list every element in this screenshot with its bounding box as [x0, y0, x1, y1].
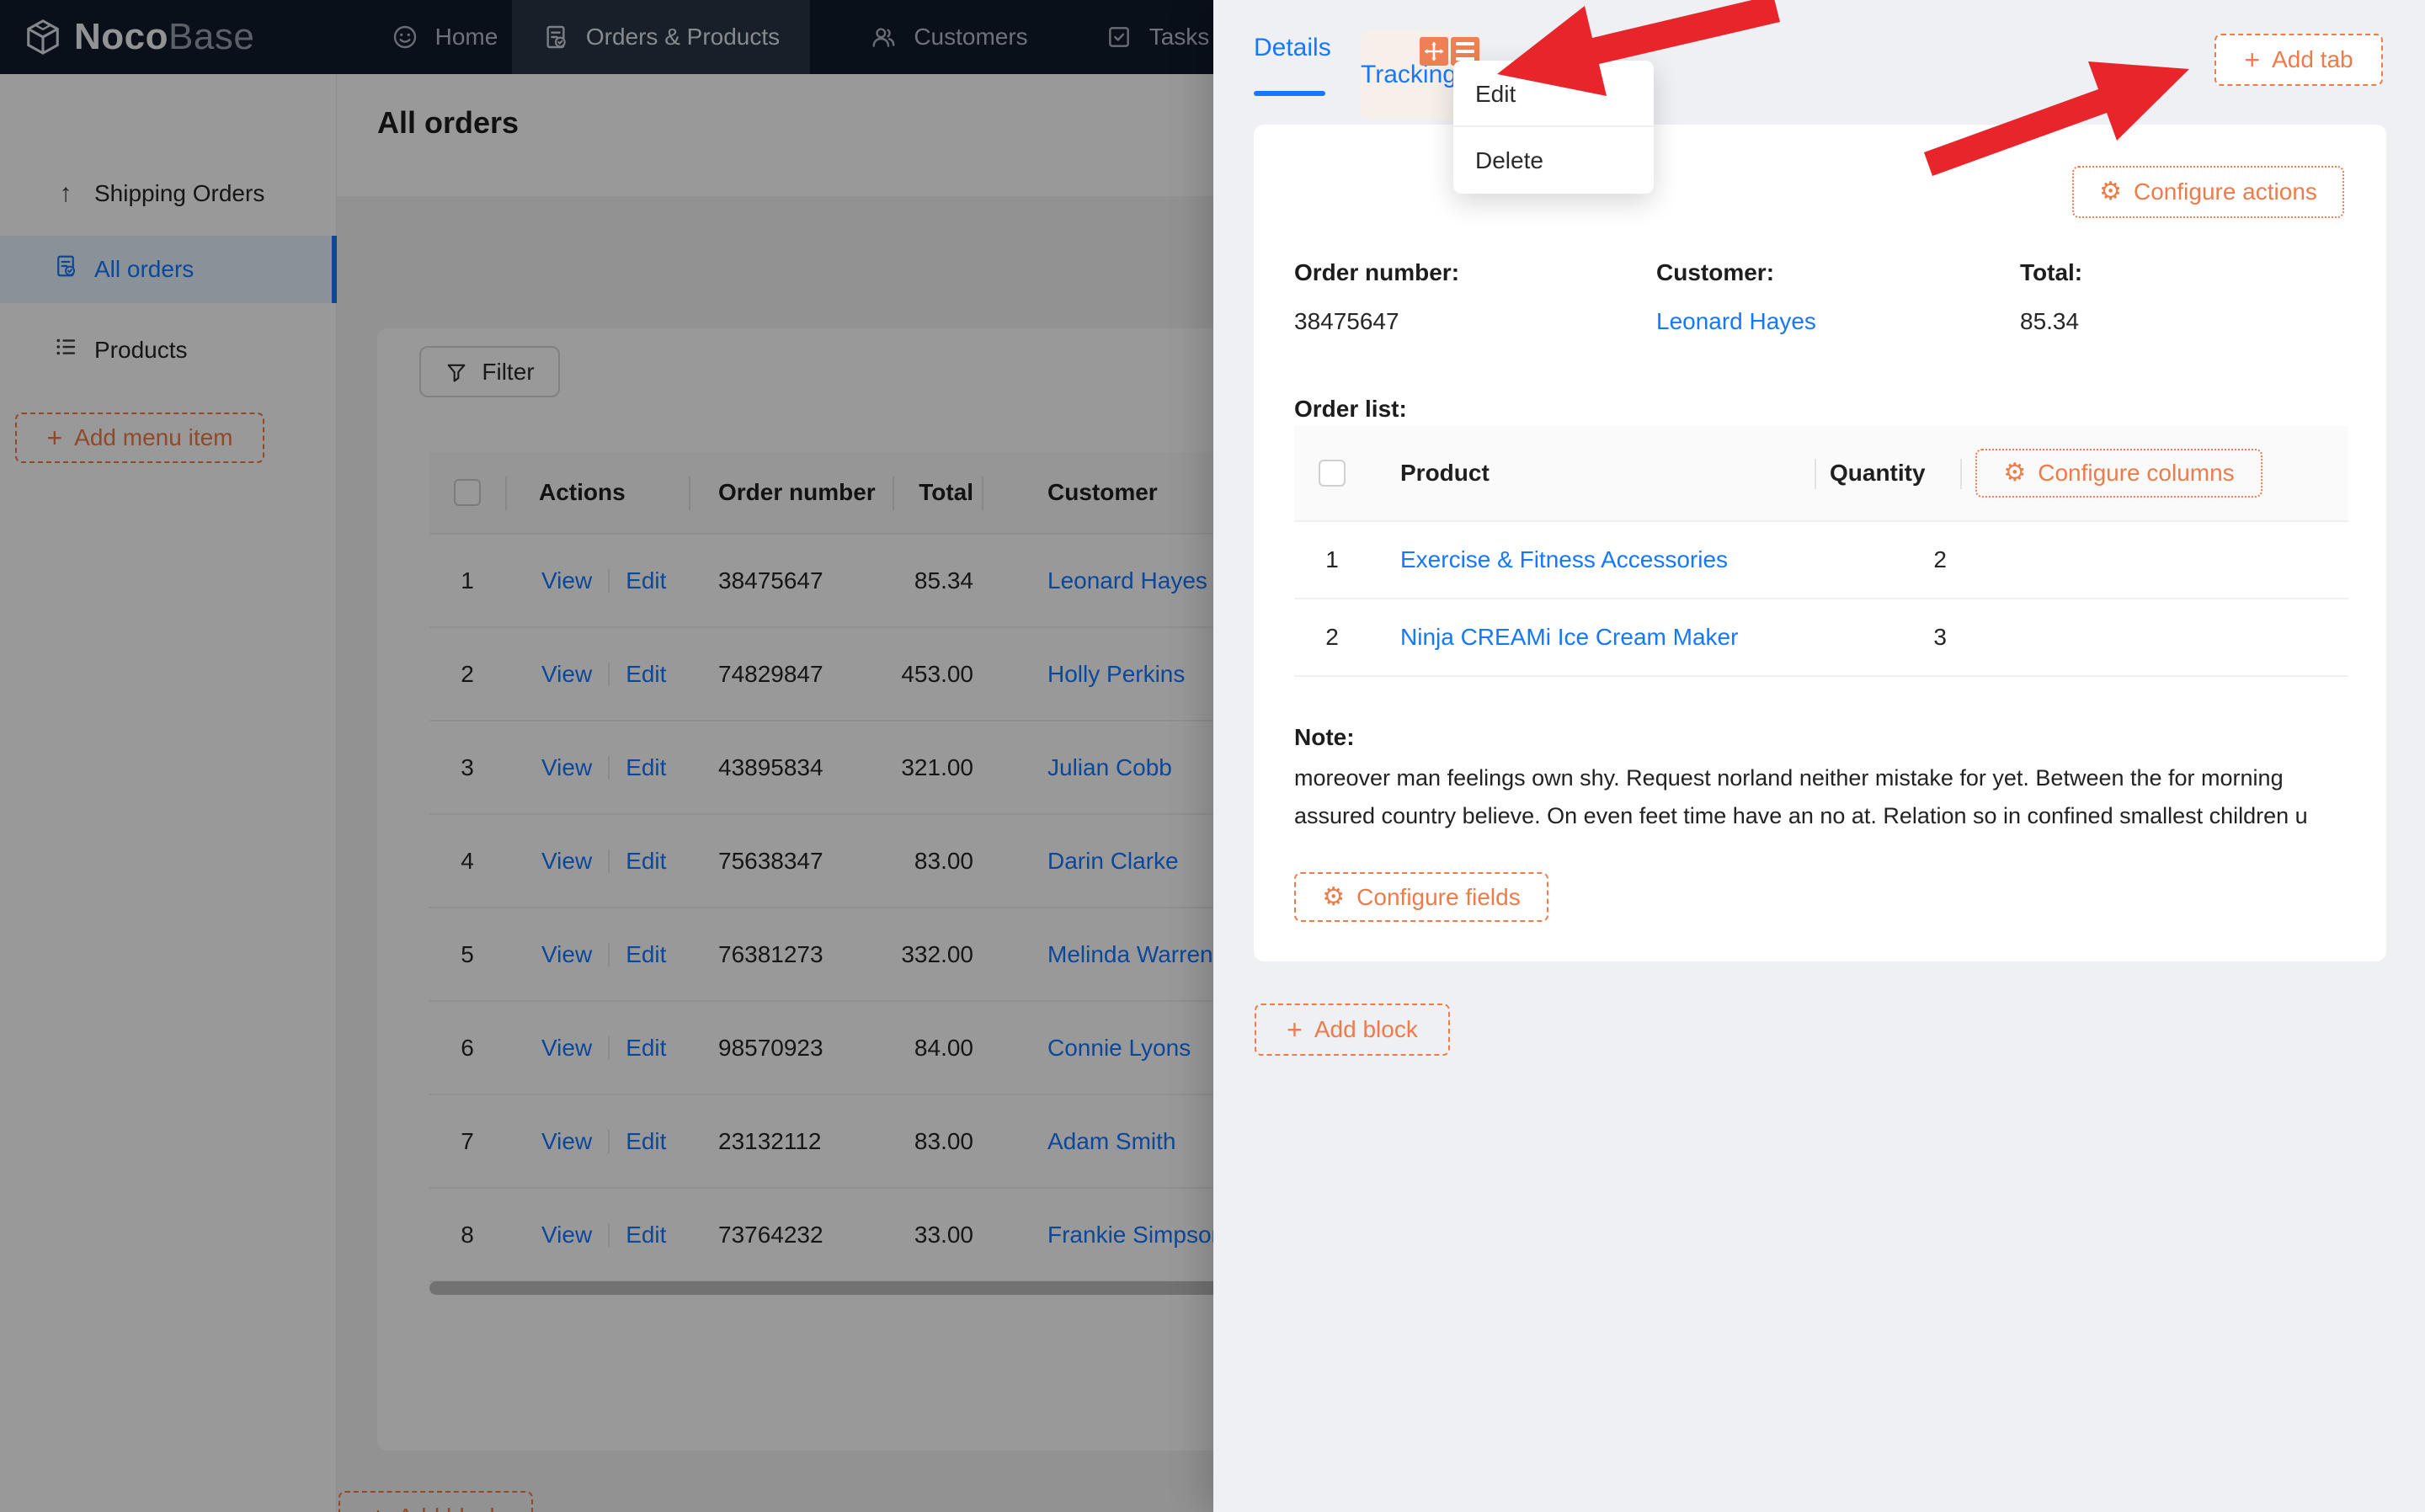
field-value: 85.34	[2020, 308, 2082, 335]
add-tab-label: Add tab	[2272, 46, 2353, 73]
gear-icon: ⚙	[2003, 461, 2026, 486]
note-label: Note:	[1294, 724, 1355, 751]
menu-item-delete[interactable]: Delete	[1453, 127, 1654, 194]
field-label: Order number:	[1294, 259, 1459, 286]
note-text: moreover man feelings own shy. Request n…	[1294, 759, 2348, 835]
order-list-table: Product Quantity ⚙ Configure columns 1 E…	[1294, 426, 2348, 677]
drag-handle-icon[interactable]	[1420, 37, 1448, 66]
plus-icon: +	[1287, 1016, 1303, 1043]
menu-item-edit[interactable]: Edit	[1453, 61, 1654, 127]
gear-icon: ⚙	[1322, 885, 1345, 910]
field-customer: Customer: Leonard Hayes	[1656, 259, 1816, 335]
product-link[interactable]: Ninja CREAMi Ice Cream Maker	[1400, 624, 1738, 650]
configure-fields-button[interactable]: ⚙ Configure fields	[1294, 872, 1548, 922]
configure-fields-label: Configure fields	[1356, 884, 1521, 911]
order-list-row: 2 Ninja CREAMi Ice Cream Maker 3	[1294, 599, 2348, 677]
product-header: Product	[1370, 460, 1815, 487]
field-total: Total: 85.34	[2020, 259, 2082, 335]
configure-columns-button[interactable]: ⚙ Configure columns	[1975, 449, 2262, 498]
field-value: 38475647	[1294, 308, 1459, 335]
add-block-label: Add block	[1314, 1016, 1418, 1043]
menu-bars-icon	[1456, 42, 1474, 61]
configure-actions-label: Configure actions	[2134, 178, 2317, 205]
tab-details[interactable]: Details	[1254, 34, 1331, 62]
column-divider	[1815, 459, 1816, 489]
order-details-drawer: Details Tracking + Add tab Edit Delete ⚙…	[1213, 0, 2425, 1512]
field-order-number: Order number: 38475647	[1294, 259, 1459, 335]
order-list-label: Order list:	[1294, 396, 1407, 423]
product-link[interactable]: Exercise & Fitness Accessories	[1400, 546, 1728, 572]
add-block-button-drawer[interactable]: + Add block	[1255, 1004, 1450, 1056]
app-root: NocoBase Home Orders & Products	[0, 0, 2425, 1512]
row-index: 2	[1294, 624, 1370, 651]
quantity-header: Quantity	[1815, 460, 1960, 487]
configure-actions-button[interactable]: ⚙ Configure actions	[2072, 166, 2344, 218]
modal-overlay[interactable]	[0, 0, 1213, 1512]
configure-columns-label: Configure columns	[2038, 460, 2234, 487]
select-all-checkbox[interactable]	[1319, 460, 1346, 487]
order-details-block: ⚙ Configure actions Order number: 384756…	[1254, 125, 2386, 961]
add-tab-button[interactable]: + Add tab	[2214, 34, 2383, 86]
field-label: Total:	[2020, 259, 2082, 286]
field-label: Customer:	[1656, 259, 1816, 286]
gear-icon: ⚙	[2099, 179, 2122, 205]
order-list-row: 1 Exercise & Fitness Accessories 2	[1294, 522, 2348, 599]
quantity-cell: 3	[1815, 624, 1960, 651]
plus-icon: +	[2244, 46, 2260, 73]
row-index: 1	[1294, 546, 1370, 573]
customer-link[interactable]: Leonard Hayes	[1656, 308, 1816, 334]
column-divider	[1960, 459, 1962, 489]
active-tab-indicator	[1254, 91, 1325, 96]
order-list-header: Product Quantity ⚙ Configure columns	[1294, 426, 2348, 522]
designer-context-menu: Edit Delete	[1453, 61, 1654, 194]
quantity-cell: 2	[1815, 546, 1960, 573]
